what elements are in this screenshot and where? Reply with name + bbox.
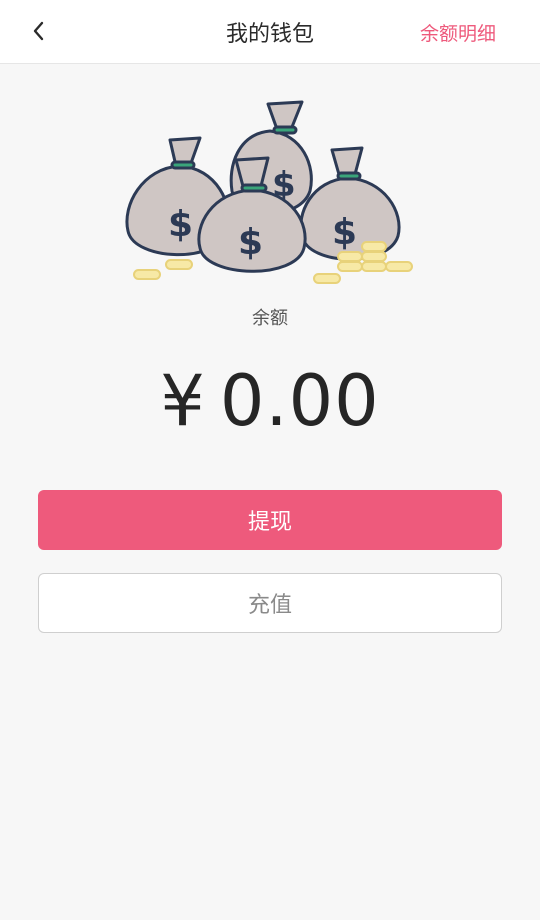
balance-amount: ¥0.00	[0, 360, 540, 442]
balance-value: 0.00	[219, 360, 380, 442]
svg-text:$: $	[332, 212, 357, 253]
svg-text:$: $	[238, 222, 263, 263]
balance-detail-link[interactable]: 余额明细	[420, 19, 496, 46]
top-nav-bar: 我的钱包 余额明细	[0, 0, 540, 64]
balance-label: 余额	[252, 308, 288, 329]
money-bags-icon: $ $ $ $	[120, 96, 420, 290]
withdraw-button[interactable]: 提现	[38, 490, 502, 550]
recharge-button[interactable]: 充值	[38, 573, 502, 633]
svg-text:$: $	[168, 204, 193, 245]
currency-symbol: ¥	[160, 360, 206, 442]
